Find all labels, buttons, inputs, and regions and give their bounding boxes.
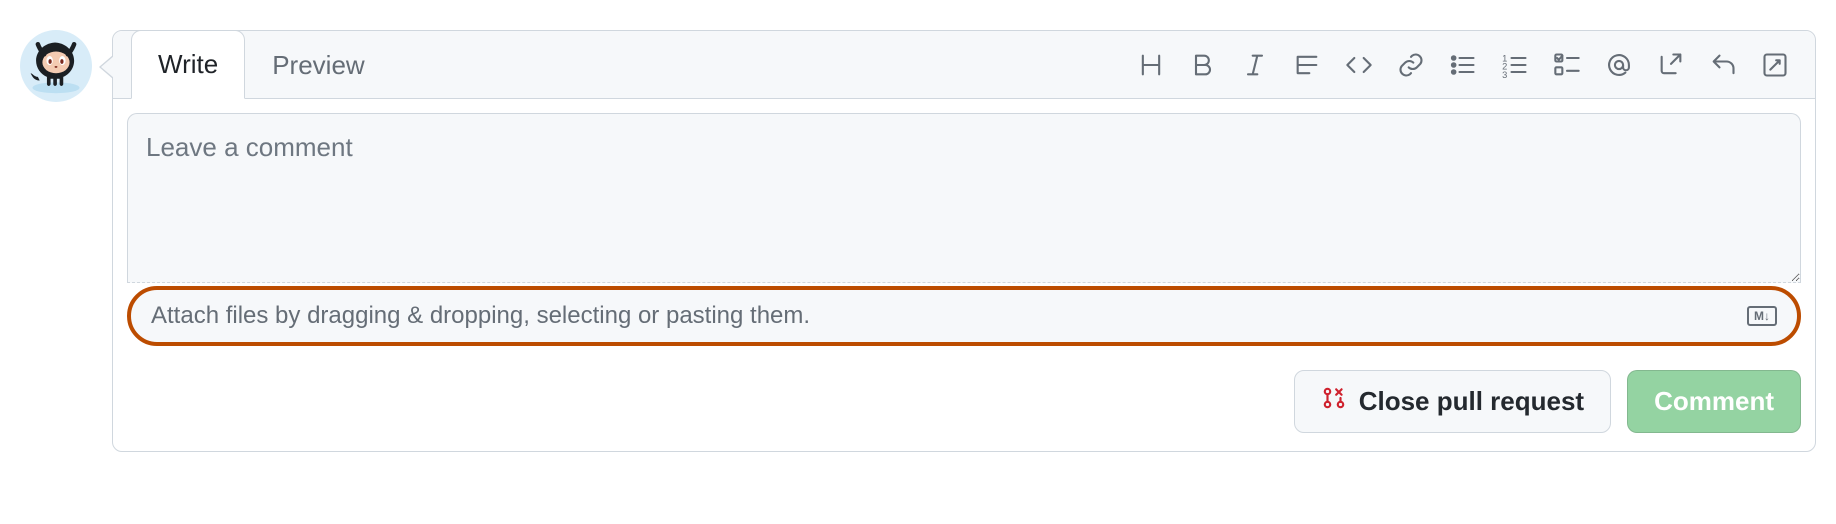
mention-icon[interactable]	[1605, 51, 1633, 79]
heading-icon[interactable]	[1137, 51, 1165, 79]
octocat-icon	[27, 37, 85, 95]
reply-icon[interactable]	[1709, 51, 1737, 79]
unordered-list-icon[interactable]	[1449, 51, 1477, 79]
comment-button-label: Comment	[1654, 386, 1774, 417]
toolbar: 123	[1137, 51, 1803, 79]
cross-reference-icon[interactable]	[1657, 51, 1685, 79]
tab-write[interactable]: Write	[131, 30, 245, 99]
tab-header: Write Preview	[113, 31, 1815, 99]
svg-text:3: 3	[1502, 69, 1507, 78]
bold-icon[interactable]	[1189, 51, 1217, 79]
attach-files-bar[interactable]: Attach files by dragging & dropping, sel…	[127, 286, 1801, 346]
comment-form: Write Preview	[112, 30, 1816, 452]
tabs: Write Preview	[131, 31, 392, 98]
code-icon[interactable]	[1345, 51, 1373, 79]
italic-icon[interactable]	[1241, 51, 1269, 79]
tab-preview[interactable]: Preview	[245, 31, 391, 99]
ordered-list-icon[interactable]: 123	[1501, 51, 1529, 79]
close-pull-request-button[interactable]: Close pull request	[1294, 370, 1611, 433]
avatar[interactable]	[20, 30, 92, 102]
fullscreen-icon[interactable]	[1761, 51, 1789, 79]
markdown-icon[interactable]: M↓	[1747, 306, 1777, 326]
link-icon[interactable]	[1397, 51, 1425, 79]
comment-body: Attach files by dragging & dropping, sel…	[113, 99, 1815, 360]
comment-button[interactable]: Comment	[1627, 370, 1801, 433]
git-pull-request-closed-icon	[1321, 385, 1347, 418]
task-list-icon[interactable]	[1553, 51, 1581, 79]
form-actions: Close pull request Comment	[113, 360, 1815, 451]
close-button-label: Close pull request	[1359, 386, 1584, 417]
comment-textarea[interactable]	[127, 113, 1801, 283]
quote-icon[interactable]	[1293, 51, 1321, 79]
attach-hint-text: Attach files by dragging & dropping, sel…	[151, 302, 810, 330]
